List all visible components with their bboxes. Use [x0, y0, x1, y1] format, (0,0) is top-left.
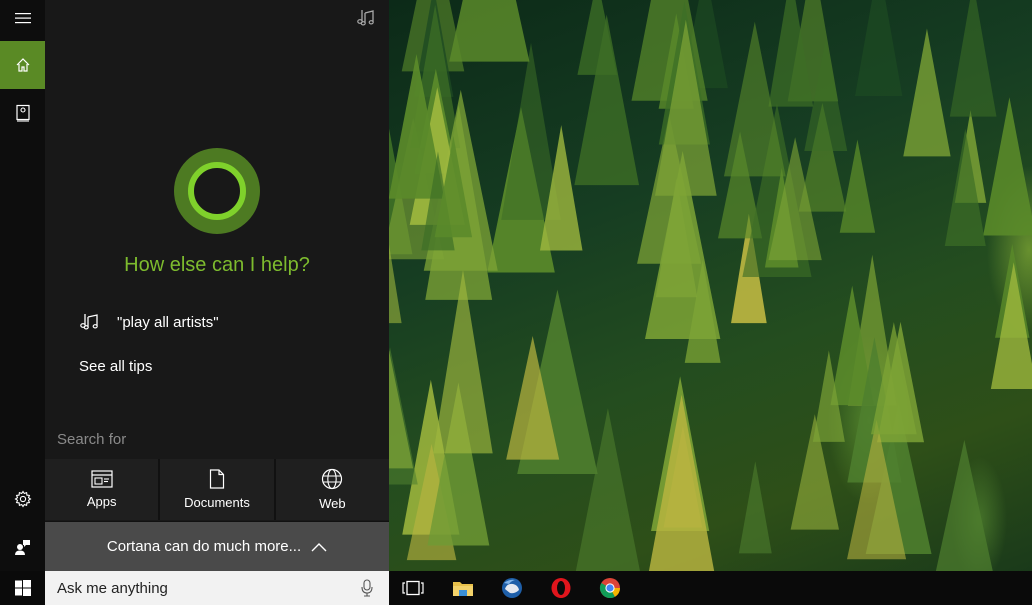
tree — [855, 0, 903, 97]
music-note-icon — [357, 10, 374, 26]
search-apps-label: Apps — [86, 494, 117, 509]
hamburger-icon — [14, 13, 31, 24]
task-view-icon — [402, 580, 424, 596]
thunderbird-button[interactable] — [488, 571, 536, 605]
cortana-rail — [0, 0, 45, 571]
notebook-icon — [15, 104, 30, 122]
apps-icon — [91, 470, 113, 488]
music-note-icon — [80, 314, 98, 330]
rail-settings-button[interactable] — [0, 475, 45, 523]
rail-home-button[interactable] — [0, 41, 45, 89]
rail-notebook-button[interactable] — [0, 89, 45, 137]
tree — [839, 139, 876, 233]
chevron-up-icon — [311, 542, 327, 551]
music-button[interactable] — [355, 6, 377, 28]
cortana-orb — [174, 148, 260, 234]
rail-feedback-button[interactable] — [0, 523, 45, 571]
tip-item[interactable]: "play all artists" — [79, 311, 219, 333]
taskbar-search-box — [45, 571, 389, 605]
microphone-icon — [361, 579, 373, 597]
search-for-label: Search for — [57, 431, 127, 448]
hamburger-menu-button[interactable] — [0, 0, 45, 36]
file-explorer-button[interactable] — [439, 571, 487, 605]
tree — [903, 28, 951, 157]
feedback-icon — [14, 540, 30, 555]
task-view-button[interactable] — [389, 571, 437, 605]
search-documents-tile[interactable]: Documents — [160, 459, 274, 520]
cortana-orb-ring — [188, 162, 246, 220]
thunderbird-icon — [502, 578, 522, 598]
opera-icon — [551, 578, 571, 598]
tree — [738, 461, 772, 554]
search-web-label: Web — [319, 496, 346, 511]
search-documents-label: Documents — [184, 495, 250, 510]
search-category-tiles: Apps Documents Web — [45, 459, 389, 520]
search-apps-tile[interactable]: Apps — [45, 459, 159, 520]
tree — [935, 439, 993, 571]
start-button[interactable] — [0, 571, 45, 605]
taskbar — [0, 571, 1032, 605]
opera-button[interactable] — [537, 571, 585, 605]
tree — [449, 0, 530, 62]
desktop-wallpaper — [389, 0, 1032, 571]
forest-trees — [389, 0, 1032, 571]
cortana-more-button[interactable]: Cortana can do much more... — [45, 521, 389, 571]
tree — [983, 97, 1032, 236]
cortana-greeting: How else can I help? — [124, 254, 310, 276]
tree — [949, 0, 997, 117]
cortana-panel: How else can I help? "play all artists" … — [0, 0, 389, 571]
gear-icon — [13, 490, 32, 508]
tree — [389, 347, 418, 485]
cortana-content: How else can I help? "play all artists" … — [45, 0, 389, 571]
document-icon — [209, 469, 225, 489]
tree — [574, 14, 640, 186]
home-icon — [16, 58, 29, 72]
see-all-tips-link[interactable]: See all tips — [79, 358, 152, 375]
search-input[interactable] — [57, 579, 347, 597]
microphone-button[interactable] — [357, 578, 377, 598]
windows-logo-icon — [14, 580, 31, 596]
search-web-tile[interactable]: Web — [275, 459, 389, 520]
tip-text: "play all artists" — [117, 313, 219, 331]
chrome-icon — [599, 578, 621, 599]
globe-icon — [322, 468, 343, 490]
chrome-button[interactable] — [586, 571, 634, 605]
cortana-more-label: Cortana can do much more... — [106, 538, 302, 555]
file-explorer-icon — [453, 582, 473, 596]
